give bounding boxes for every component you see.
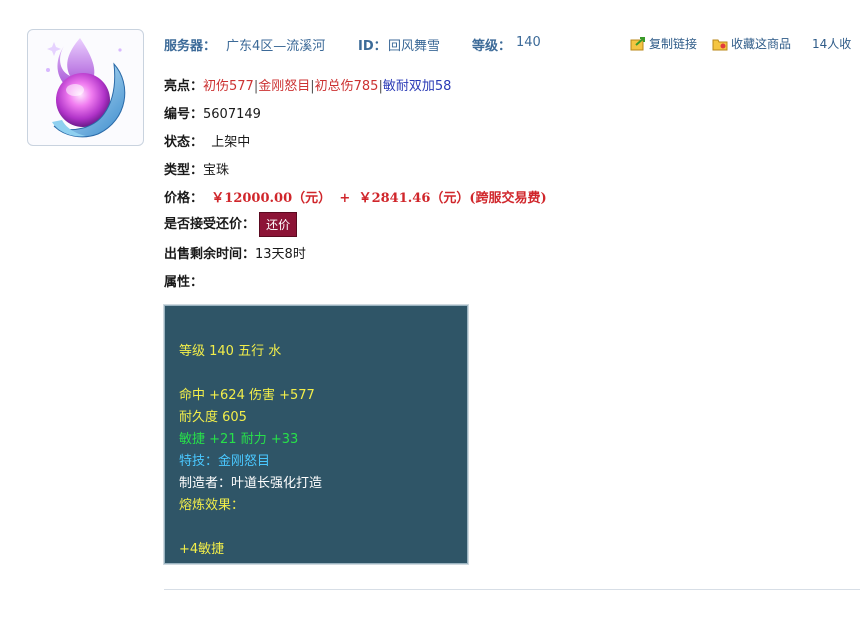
- status-row: 状态： 上架中: [164, 131, 250, 150]
- copy-link-button[interactable]: 复制链接: [630, 35, 697, 52]
- attributes-panel: 等级 140 五行 水 命中 +624 伤害 +577 耐久度 605 敏捷 +…: [163, 304, 469, 565]
- id-label: ID：: [358, 39, 387, 54]
- highlight-tag: 金刚怒目: [258, 79, 311, 94]
- link-icon: [630, 37, 645, 51]
- price-label: 价格：: [164, 191, 204, 206]
- bargain-label: 是否接受还价：: [164, 217, 256, 232]
- time-left-label: 出售剩余时间：: [164, 247, 256, 262]
- level-value: 140: [516, 35, 541, 50]
- highlight-tag: 敏耐双加58: [382, 79, 452, 94]
- attr-refine-value: +4敏捷: [179, 542, 225, 557]
- number-row: 编号：5607149: [164, 103, 261, 122]
- attr-agility-line: 敏捷 +21 耐力 +33: [179, 432, 299, 447]
- id-value: 回风舞雪: [388, 39, 441, 54]
- time-left-value: 13天8时: [255, 247, 306, 262]
- highlights-label: 亮点：: [164, 79, 204, 94]
- item-image-card[interactable]: [27, 29, 144, 146]
- favorite-button[interactable]: 收藏这商品: [712, 35, 791, 52]
- level-label: 等级：: [472, 39, 512, 54]
- type-row: 类型：宝珠: [164, 159, 229, 178]
- highlight-tag: 初总伤785: [314, 79, 379, 94]
- price-plus: +: [339, 191, 351, 206]
- copy-link-label: 复制链接: [649, 37, 698, 51]
- server-label: 服务器：: [164, 39, 217, 54]
- bargain-row: 是否接受还价： 还价: [164, 212, 298, 237]
- type-label: 类型：: [164, 163, 204, 178]
- highlight-tag: 初伤577: [203, 79, 254, 94]
- server-value: 广东4区—流溪河: [226, 39, 326, 54]
- price-fee: ￥2841.46（元）(跨服交易费): [358, 191, 547, 206]
- favorite-count: 14人收: [812, 37, 852, 51]
- number-label: 编号：: [164, 107, 204, 122]
- attr-level-line: 等级 140 五行 水: [179, 344, 282, 359]
- item-header: 服务器： 广东4区—流溪河 ID： 回风舞雪 等级： 140 复制链接 收藏这商…: [164, 33, 860, 54]
- price-main: ￥12000.00（元）: [211, 191, 332, 206]
- time-left-row: 出售剩余时间：13天8时: [164, 243, 306, 262]
- attributes-row: 属性：: [164, 271, 203, 290]
- number-value: 5607149: [203, 107, 261, 122]
- attr-maker-line: 制造者：叶道长强化打造: [179, 476, 323, 491]
- attr-refine-label: 熔炼效果：: [179, 498, 245, 513]
- bargain-button[interactable]: 还价: [259, 212, 298, 237]
- favorite-label: 收藏这商品: [731, 37, 792, 51]
- bottom-divider: [164, 589, 860, 590]
- attr-hit-line: 命中 +624 伤害 +577: [179, 388, 315, 403]
- type-value: 宝珠: [203, 163, 230, 178]
- attr-skill-line: 特技：金刚怒目: [179, 454, 271, 469]
- attributes-label: 属性：: [164, 275, 204, 290]
- status-label: 状态：: [164, 135, 204, 150]
- price-row: 价格： ￥12000.00（元） + ￥2841.46（元）(跨服交易费): [164, 187, 547, 206]
- attr-durability-line: 耐久度 605: [179, 410, 247, 425]
- status-value: 上架中: [211, 135, 251, 150]
- folder-star-icon: [712, 39, 728, 51]
- highlights-row: 亮点：初伤577|金刚怒目|初总伤785|敏耐双加58: [164, 75, 451, 94]
- pearl-orb-icon: [46, 38, 126, 138]
